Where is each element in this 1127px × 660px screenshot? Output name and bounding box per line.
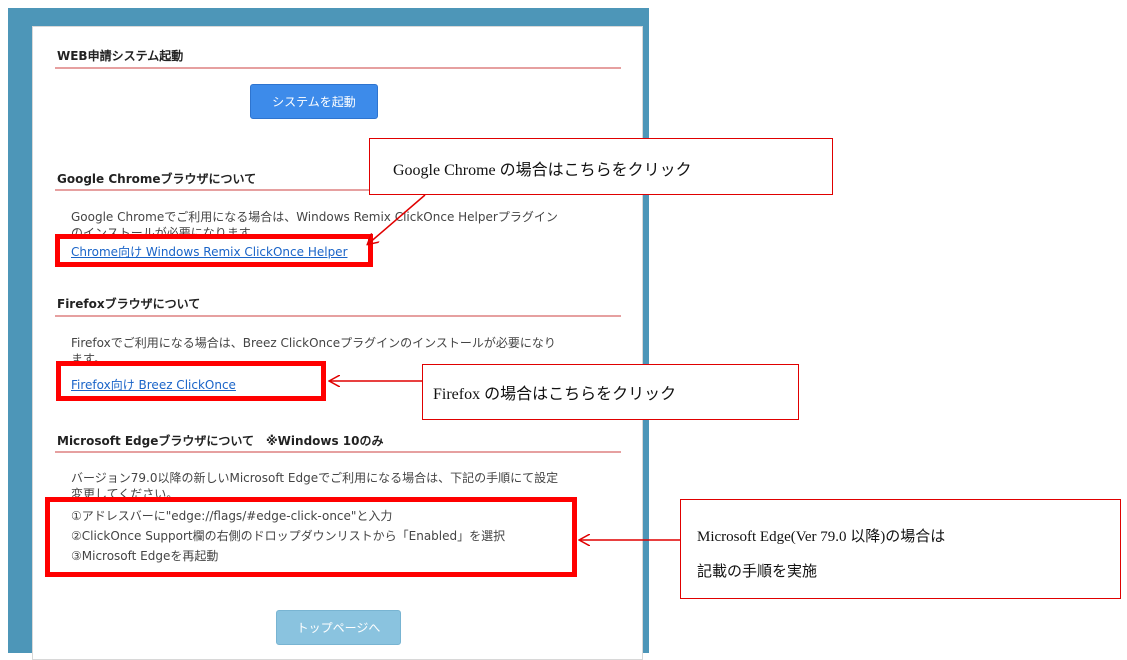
- edge-callout-text-line2: 記載の手順を実施: [697, 564, 818, 580]
- edge-steps-highlight: [45, 497, 577, 577]
- launch-section-title: WEB申請システム起動: [57, 49, 184, 63]
- section-divider: [55, 67, 621, 69]
- edge-section-title: Microsoft Edgeブラウザについて ※Windows 10のみ: [57, 434, 384, 448]
- edge-description-line: バージョン79.0以降の新しいMicrosoft Edgeでご利用になる場合は、…: [71, 471, 559, 485]
- firefox-callout-text: Firefox の場合はこちらをクリック: [433, 386, 677, 403]
- firefox-callout: Firefox の場合はこちらをクリック: [422, 364, 799, 420]
- firefox-link-highlight: [56, 361, 326, 401]
- firefox-description-line: Firefoxでご利用になる場合は、Breez ClickOnceプラグインのイ…: [71, 336, 556, 350]
- launch-system-button[interactable]: システムを起動: [250, 84, 378, 119]
- chrome-callout: Google Chrome の場合はこちらをクリック: [369, 138, 833, 195]
- section-divider: [55, 451, 621, 453]
- chrome-description-line: Google Chromeでご利用になる場合は、Windows Remix Cl…: [71, 210, 558, 224]
- chrome-section-title: Google Chromeブラウザについて: [57, 172, 257, 186]
- edge-callout: Microsoft Edge(Ver 79.0 以降)の場合は 記載の手順を実施: [680, 499, 1121, 599]
- top-page-button[interactable]: トップページへ: [276, 610, 401, 645]
- section-divider: [55, 315, 621, 317]
- edge-callout-text-line1: Microsoft Edge(Ver 79.0 以降)の場合は: [697, 529, 946, 545]
- chrome-callout-text: Google Chrome の場合はこちらをクリック: [393, 162, 692, 179]
- firefox-section-title: Firefoxブラウザについて: [57, 297, 201, 311]
- chrome-link-highlight: [55, 234, 373, 267]
